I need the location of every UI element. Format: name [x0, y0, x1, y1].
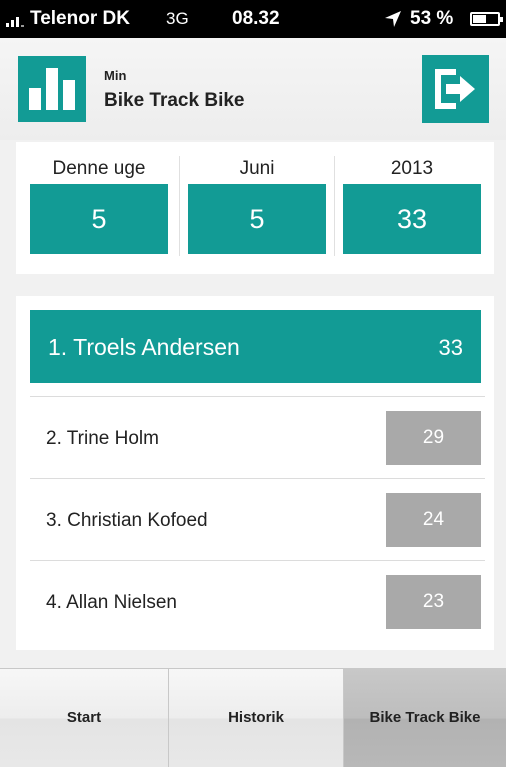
list-item[interactable]: 4. Allan Nielsen 23: [30, 560, 485, 642]
tab-label: Start: [66, 709, 102, 726]
period-summary: Denne uge 5 Juni 5 2013 33: [16, 142, 494, 274]
rider-name: 4. Allan Nielsen: [46, 592, 177, 613]
logout-icon: [435, 69, 475, 109]
page-title: Bike Track Bike: [104, 90, 245, 111]
rider-name: 3. Christian Kofoed: [46, 510, 208, 531]
tab-bar: Start Historik Bike Track Bike: [0, 668, 506, 767]
period-week: Denne uge 5: [30, 142, 168, 274]
battery-percentage: 53 %: [410, 8, 454, 29]
location-arrow-icon: [385, 11, 401, 27]
rider-score: 24: [386, 493, 481, 547]
leader-row[interactable]: 1. Troels Andersen 33: [30, 310, 481, 383]
tab-bike-track-bike[interactable]: Bike Track Bike: [344, 669, 506, 767]
rider-score: 23: [386, 575, 481, 629]
tab-label: Bike Track Bike: [369, 709, 481, 726]
list-item[interactable]: 3. Christian Kofoed 24: [30, 478, 485, 560]
leader-name: 1. Troels Andersen: [48, 334, 240, 360]
app-header: Min Bike Track Bike: [0, 38, 506, 140]
tab-start[interactable]: Start: [0, 669, 169, 767]
period-value: 5: [30, 184, 168, 254]
bar-chart-icon: [18, 56, 86, 122]
network-type: 3G: [166, 9, 189, 28]
leader-score: 33: [438, 335, 463, 360]
leaderboard: 1. Troels Andersen 33 2. Trine Holm 29 3…: [16, 296, 494, 650]
tab-label: Historik: [228, 709, 284, 726]
period-label: Denne uge: [52, 158, 146, 179]
list-item[interactable]: 2. Trine Holm 29: [30, 396, 485, 478]
carrier-name: Telenor DK: [30, 8, 130, 29]
logout-button[interactable]: [422, 55, 489, 123]
period-label: 2013: [390, 158, 434, 179]
period-year: 2013 33: [343, 142, 481, 274]
period-value: 5: [188, 184, 326, 254]
divider: [334, 156, 335, 256]
tab-historik[interactable]: Historik: [169, 669, 344, 767]
clock: 08.32: [232, 8, 280, 29]
period-label: Juni: [239, 158, 275, 179]
battery-icon: [470, 12, 503, 26]
period-value: 33: [343, 184, 481, 254]
status-bar: Telenor DK 3G 08.32 53 %: [0, 0, 506, 38]
divider: [179, 156, 180, 256]
period-month: Juni 5: [188, 142, 326, 274]
rider-name: 2. Trine Holm: [46, 428, 159, 449]
header-subtitle: Min: [104, 68, 127, 83]
signal-icon: [6, 15, 28, 27]
rider-score: 29: [386, 411, 481, 465]
